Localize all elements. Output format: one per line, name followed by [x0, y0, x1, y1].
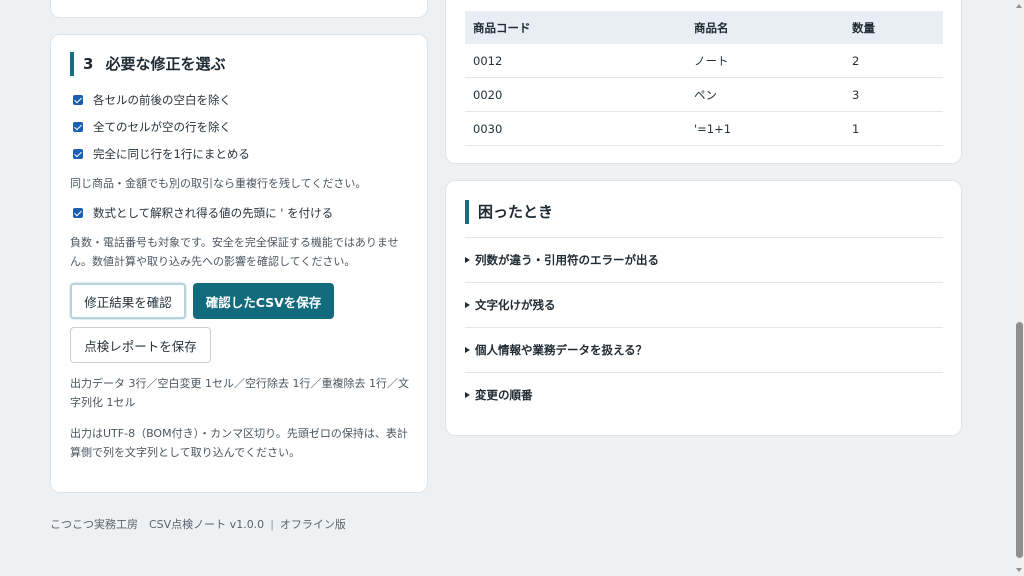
scroll-down-arrow-icon[interactable]: [1016, 568, 1022, 572]
help-item-label: 文字化けが残る: [475, 297, 556, 312]
table-cell: ノート: [686, 44, 844, 78]
help-item-change-order[interactable]: 変更の順番: [465, 372, 943, 416]
disclosure-triangle-icon: [465, 301, 470, 308]
option-label: 各セルの前後の空白を除く: [93, 93, 231, 107]
option-label: 全てのセルが空の行を除く: [93, 120, 231, 134]
table-cell: 0012: [465, 44, 686, 78]
duplicate-note: 同じ商品・金額でも別の取引なら重複行を残してください。: [70, 177, 367, 190]
save-csv-button[interactable]: 確認したCSVを保存: [193, 283, 334, 319]
previous-card: [50, 0, 428, 18]
help-item-personal-data[interactable]: 個人情報や業務データを扱える？: [465, 327, 943, 371]
help-item-garbled-text[interactable]: 文字化けが残る: [465, 282, 943, 326]
fix-section-title: 3 必要な修正を選ぶ: [70, 52, 225, 76]
vertical-scrollbar[interactable]: [1014, 0, 1024, 576]
checkbox-checked-icon[interactable]: [73, 149, 83, 159]
checkbox-checked-icon[interactable]: [73, 95, 83, 105]
option-label: 完全に同じ行を1行にまとめる: [93, 147, 250, 161]
table-cell: 2: [844, 44, 943, 78]
table-row: 0020 ペン 3: [465, 77, 943, 112]
output-note: 出力はUTF-8（BOM付き）・カンマ区切り。先頭ゼロの保持は、表計算側で列を文…: [70, 427, 408, 459]
footer-separator: |: [270, 518, 274, 531]
disclosure-triangle-icon: [465, 256, 470, 263]
option-label: 数式として解釈され得る値の先頭に ' を付ける: [93, 206, 334, 220]
save-report-button[interactable]: 点検レポートを保存: [70, 327, 211, 363]
help-item-label: 個人情報や業務データを扱える？: [475, 342, 648, 357]
help-card: 困ったとき 列数が違う・引用符のエラーが出る 文字化けが残る 個人情報や業務デー…: [445, 180, 962, 436]
option-merge-duplicates[interactable]: 完全に同じ行を1行にまとめる: [73, 145, 250, 163]
output-summary: 出力データ 3行／空白変更 1セル／空行除去 1行／重複除去 1行／文字列化 1…: [70, 377, 409, 409]
column-header: 商品コード: [465, 11, 686, 44]
preview-table-card: 商品コード 商品名 数量 0012 ノート 2 0020 ペン 3 0030 '…: [445, 0, 962, 164]
table-cell: 1: [844, 111, 943, 146]
help-item-label: 変更の順番: [475, 387, 533, 402]
checkbox-checked-icon[interactable]: [73, 122, 83, 132]
help-item-label: 列数が違う・引用符のエラーが出る: [475, 252, 659, 267]
table-cell: 0020: [465, 77, 686, 112]
table-row: 0030 '=1+1 1: [465, 111, 943, 146]
footer-mode: オフライン版: [279, 518, 346, 531]
section-number: 3: [83, 55, 94, 73]
preview-result-button[interactable]: 修正結果を確認: [70, 283, 186, 319]
preview-table: 商品コード 商品名 数量 0012 ノート 2 0020 ペン 3 0030 '…: [465, 11, 943, 146]
table-row: 0012 ノート 2: [465, 44, 943, 78]
scrollbar-thumb[interactable]: [1016, 322, 1023, 558]
column-header: 数量: [844, 11, 943, 44]
column-header: 商品名: [686, 11, 844, 44]
table-cell: 0030: [465, 111, 686, 146]
formula-note: 負数・電話番号も対象です。安全を完全保証する機能ではありません。数値計算や取り込…: [70, 236, 399, 268]
table-cell: '=1+1: [686, 111, 844, 146]
page: 3 必要な修正を選ぶ 各セルの前後の空白を除く 全てのセルが空の行を除く 完全に同…: [0, 0, 1024, 576]
table-header-row: 商品コード 商品名 数量: [465, 11, 943, 44]
option-escape-formulas[interactable]: 数式として解釈され得る値の先頭に ' を付ける: [73, 204, 333, 222]
disclosure-triangle-icon: [465, 391, 470, 398]
footer-product: こつこつ実務工房 CSV点検ノート v1.0.0: [50, 518, 265, 531]
section-title-text: 必要な修正を選ぶ: [105, 55, 226, 73]
help-section-title: 困ったとき: [465, 200, 553, 224]
help-item-column-quote-error[interactable]: 列数が違う・引用符のエラーが出る: [465, 237, 943, 281]
scroll-up-arrow-icon[interactable]: [1016, 4, 1022, 8]
option-remove-empty-rows[interactable]: 全てのセルが空の行を除く: [73, 118, 231, 136]
fix-options-card: 3 必要な修正を選ぶ 各セルの前後の空白を除く 全てのセルが空の行を除く 完全に同…: [50, 34, 428, 493]
table-cell: ペン: [686, 77, 844, 112]
table-cell: 3: [844, 77, 943, 112]
footer: こつこつ実務工房 CSV点検ノート v1.0.0 | オフライン版: [50, 516, 346, 532]
checkbox-checked-icon[interactable]: [73, 208, 83, 218]
option-trim-whitespace[interactable]: 各セルの前後の空白を除く: [73, 91, 231, 109]
disclosure-triangle-icon: [465, 346, 470, 353]
